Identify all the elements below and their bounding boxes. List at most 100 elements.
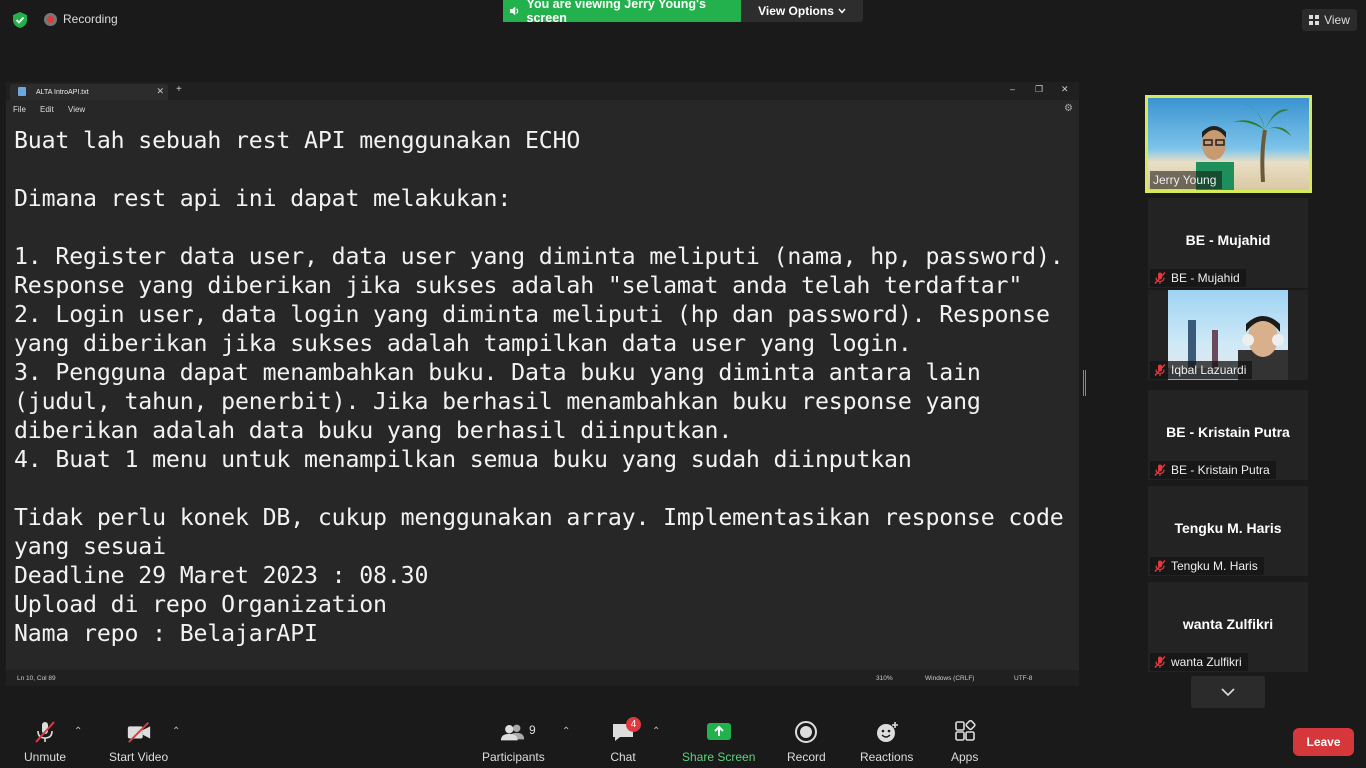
zoom-meeting-window: Recording You are viewing Jerry Young's … [0, 0, 1366, 768]
record-label: Record [787, 750, 826, 764]
participant-name: Jerry Young [1153, 173, 1217, 187]
muted-mic-icon [1154, 656, 1166, 668]
notepad-line: diberikan adalah data buku yang berhasil… [14, 417, 733, 444]
menu-view[interactable]: View [68, 105, 85, 114]
participant-name-tag: Tengku M. Haris [1150, 557, 1264, 575]
notepad-menubar: File Edit View ⚙ [6, 100, 1079, 118]
muted-mic-icon [1154, 272, 1166, 284]
participants-options-caret-icon[interactable]: ⌃ [562, 726, 570, 737]
video-off-icon [126, 720, 152, 744]
screen-share-banner: You are viewing Jerry Young's screen [503, 0, 741, 25]
notepad-line: Nama repo : BelajarAPI [14, 620, 318, 647]
participant-display-name: BE - Mujahid [1185, 232, 1271, 248]
unmute-button[interactable]: Unmute [24, 720, 66, 764]
notepad-line: Dimana rest api ini dapat melakukan: [14, 185, 512, 212]
panel-resize-handle[interactable] [1083, 370, 1086, 396]
gallery-scroll-down-button[interactable] [1191, 676, 1265, 708]
close-window-icon[interactable]: ✕ [1061, 84, 1069, 95]
participant-display-name: wanta Zulfikri [1182, 616, 1274, 632]
notepad-line: Upload di repo Organization [14, 591, 387, 618]
unmute-label: Unmute [24, 750, 67, 764]
settings-gear-icon[interactable]: ⚙ [1064, 103, 1073, 114]
notepad-line: Response yang diberikan jika sukses adal… [14, 272, 1023, 299]
reactions-icon [874, 720, 900, 744]
share-screen-icon [706, 720, 732, 744]
restore-icon[interactable]: ❐ [1035, 84, 1043, 95]
notepad-line [14, 474, 1076, 503]
notepad-statusbar: Ln 10, Col 89 310% Windows (CRLF) UTF-8 [6, 670, 1079, 686]
notepad-line: Tidak perlu konek DB, cukup menggunakan … [14, 504, 1064, 531]
participant-name-tag: Iqbal Lazuardi [1150, 361, 1253, 379]
shared-screen-notepad: ALTA IntroAPI.txt ✕ + – ❐ ✕ File Edit Vi… [6, 82, 1079, 686]
notepad-line: 3. Pengguna dapat menambahkan buku. Data… [14, 359, 981, 386]
participant-name-tag: BE - Mujahid [1150, 269, 1246, 287]
encoding: UTF-8 [1014, 675, 1033, 682]
menu-edit[interactable]: Edit [40, 105, 54, 114]
participant-tile-iqbal-lazuardi[interactable]: Iqbal Lazuardi [1148, 290, 1308, 380]
participant-name-tag: BE - Kristain Putra [1150, 461, 1276, 479]
participant-name: wanta Zulfikri [1171, 655, 1242, 669]
cursor-position: Ln 10, Col 89 [17, 675, 56, 682]
reactions-button[interactable]: Reactions [860, 720, 913, 764]
share-screen-button[interactable]: Share Screen [682, 720, 755, 764]
participant-name: Tengku M. Haris [1171, 559, 1258, 573]
notepad-line: yang sesuai [14, 533, 166, 560]
muted-mic-icon [1154, 364, 1166, 376]
participants-icon [500, 720, 526, 744]
muted-mic-icon [32, 720, 58, 744]
notepad-text-area[interactable]: Buat lah sebuah rest API menggunakan ECH… [14, 126, 1076, 648]
menu-file[interactable]: File [13, 105, 26, 114]
participant-tile-be-kristain-putra[interactable]: BE - Kristain Putra BE - Kristain Putra [1148, 390, 1308, 480]
video-options-caret-icon[interactable]: ⌃ [172, 726, 180, 737]
participant-name: BE - Mujahid [1171, 271, 1240, 285]
participant-name-tag: Jerry Young [1150, 171, 1223, 189]
recording-indicator[interactable]: Recording [44, 12, 118, 26]
audio-options-caret-icon[interactable]: ⌃ [74, 726, 82, 737]
participant-name: Iqbal Lazuardi [1171, 363, 1247, 377]
view-label: View [1324, 13, 1350, 27]
view-button[interactable]: View [1302, 9, 1357, 31]
notepad-line: Deadline 29 Maret 2023 : 08.30 [14, 562, 429, 589]
speaker-icon [509, 6, 519, 16]
notepad-line: yang diberikan jika sukses adalah tampil… [14, 330, 912, 357]
close-tab-icon[interactable]: ✕ [156, 86, 164, 97]
apps-button[interactable]: Apps [951, 720, 978, 764]
palm-tree-background [1233, 104, 1291, 182]
leave-button[interactable]: Leave [1293, 728, 1354, 756]
chevron-down-icon [1221, 688, 1235, 696]
share-screen-label: Share Screen [682, 750, 756, 764]
record-button[interactable]: Record [787, 720, 826, 764]
participant-tile-jerry-young[interactable]: Jerry Young [1145, 95, 1312, 193]
participant-tile-be-mujahid[interactable]: BE - Mujahid BE - Mujahid [1148, 198, 1308, 288]
notepad-line: 1. Register data user, data user yang di… [14, 243, 1064, 270]
participant-tile-wanta-zulfikri[interactable]: wanta Zulfikri wanta Zulfikri [1148, 582, 1308, 672]
recording-icon [44, 12, 57, 26]
notepad-line [14, 155, 1076, 184]
start-video-button[interactable]: Start Video [109, 720, 168, 764]
start-video-label: Start Video [109, 750, 169, 764]
minimize-icon[interactable]: – [1010, 84, 1015, 94]
notepad-file-icon [18, 87, 26, 96]
new-tab-icon[interactable]: + [176, 84, 182, 95]
security-shield-icon[interactable] [11, 11, 29, 29]
participant-tile-tengku-m-haris[interactable]: Tengku M. Haris Tengku M. Haris [1148, 486, 1308, 576]
notepad-tab-title: ALTA IntroAPI.txt [36, 88, 89, 96]
muted-mic-icon [1154, 464, 1166, 476]
chat-options-caret-icon[interactable]: ⌃ [652, 726, 660, 737]
notepad-line [14, 213, 1076, 242]
record-icon [793, 720, 819, 744]
notepad-line: Buat lah sebuah rest API menggunakan ECH… [14, 127, 581, 154]
grid-icon [1309, 15, 1320, 25]
participant-display-name: BE - Kristain Putra [1166, 424, 1290, 440]
notepad-line: (judul, tahun, penerbit). Jika berhasil … [14, 388, 981, 415]
zoom-level: 310% [876, 675, 893, 682]
chat-label: Chat [610, 750, 636, 764]
line-ending: Windows (CRLF) [925, 675, 975, 682]
view-options-label: View Options [758, 4, 834, 18]
notepad-line: 2. Login user, data login yang diminta m… [14, 301, 1050, 328]
apps-label: Apps [951, 750, 979, 764]
view-options-button[interactable]: View Options [741, 0, 863, 22]
notepad-tab[interactable]: ALTA IntroAPI.txt ✕ [10, 84, 168, 100]
chat-unread-badge: 4 [626, 717, 641, 732]
muted-mic-icon [1154, 560, 1166, 572]
